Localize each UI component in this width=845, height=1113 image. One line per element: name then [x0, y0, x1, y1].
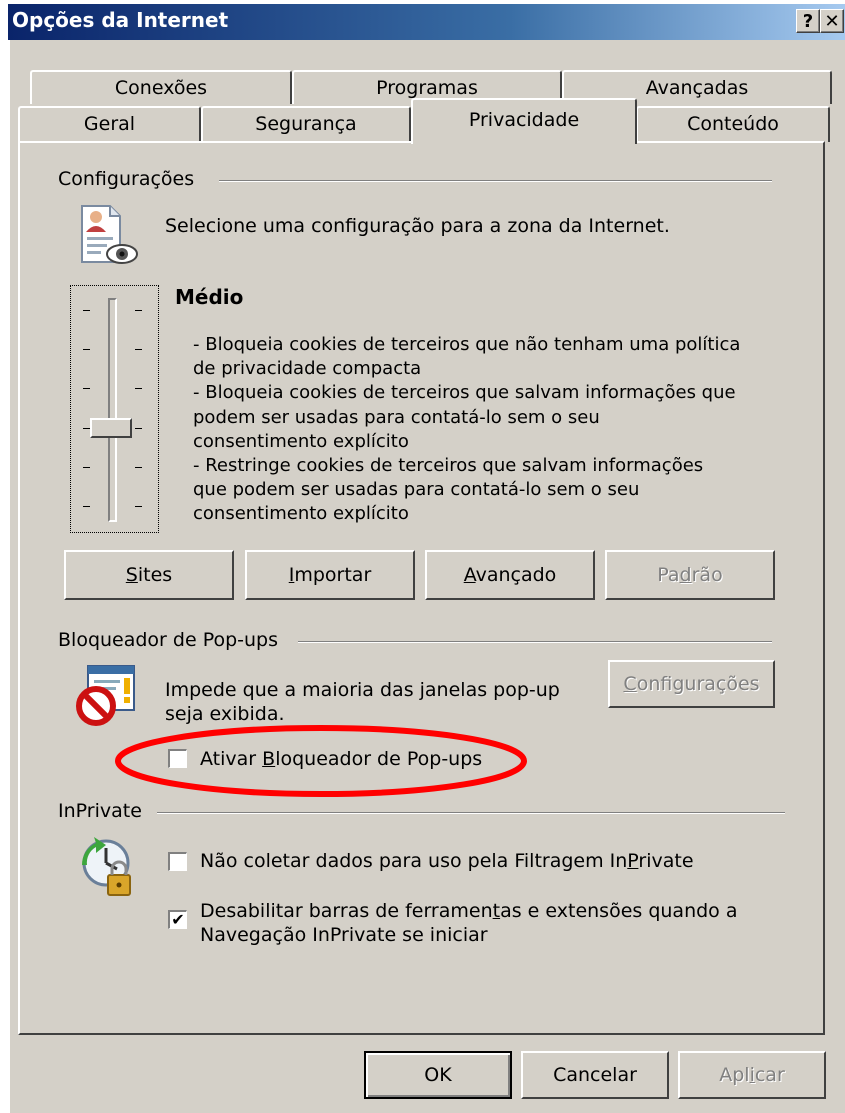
toolbars-label-line1: Desabilitar barras de ferramentas e exte…: [200, 899, 737, 923]
toolbars-accesskey: t: [492, 900, 501, 922]
popup-description: Impede que a maioria das janelas pop-up …: [165, 678, 560, 726]
settings-group-divider: [219, 180, 772, 182]
window-title: Opções da Internet: [12, 8, 229, 32]
apply-button[interactable]: Aplicar: [678, 1051, 826, 1099]
slider-tick: [135, 427, 142, 429]
toolbars-label-rest: as e extensões quando a: [500, 900, 738, 922]
slider-thumb[interactable]: [90, 417, 132, 438]
tab-conteudo[interactable]: Conteúdo: [636, 106, 830, 142]
default-button[interactable]: Padrão: [605, 550, 775, 600]
popup-blocker-icon: [74, 662, 138, 726]
title-bar[interactable]: Opções da Internet ? ✕: [8, 4, 845, 40]
privacy-level-title: Médio: [175, 285, 244, 309]
settings-group-label: Configurações: [58, 168, 201, 190]
advanced-accesskey: A: [463, 564, 476, 586]
toolbars-label-pre: Desabilitar barras de ferramen: [200, 900, 493, 922]
inprivate-icon: [76, 835, 138, 899]
sites-label: ites: [137, 564, 173, 586]
slider-tick: [135, 506, 142, 507]
filter-label-pre: Não coletar dados para uso pela Filtrage…: [200, 850, 628, 872]
popup-group-divider: [298, 641, 772, 643]
advanced-button[interactable]: Avançado: [425, 550, 595, 600]
cancel-button[interactable]: Cancelar: [521, 1051, 669, 1099]
sites-accesskey: S: [125, 564, 138, 586]
import-button[interactable]: Importar: [245, 550, 415, 600]
slider-tick: [83, 506, 90, 507]
checkmark-icon: ✔: [171, 910, 185, 929]
slider-tick: [135, 310, 142, 311]
desc-line: consentimento explícito: [193, 430, 409, 452]
slider-tick: [83, 466, 90, 468]
apply-label-rest: car: [754, 1064, 785, 1086]
tab-privacidade[interactable]: Privacidade: [411, 98, 637, 144]
filter-label-rest: rivate: [638, 850, 694, 872]
inprivate-filter-checkbox[interactable]: [168, 852, 187, 871]
desc-line: de privacidade compacta: [193, 358, 422, 380]
desc-line: consentimento explícito: [193, 503, 409, 525]
slider-tick: [135, 349, 142, 351]
toolbars-label-line2: Navegação InPrivate se iniciar: [200, 924, 488, 946]
privacy-level-description: - Bloqueia cookies de terceiros que não …: [193, 333, 793, 527]
popup-settings-label: onfigurações: [636, 673, 760, 695]
tab-seguranca[interactable]: Segurança: [201, 106, 411, 142]
privacy-document-icon: [78, 204, 138, 266]
inprivate-group-divider: [157, 812, 785, 814]
default-label-rest: rão: [691, 564, 723, 586]
slider-tick: [83, 349, 90, 351]
popup-settings-accesskey: C: [623, 673, 637, 695]
slider-tick: [83, 427, 90, 429]
import-label: mportar: [294, 564, 372, 586]
desc-line: - Bloqueia cookies de terceiros que não …: [193, 334, 741, 355]
desc-line: podem ser usadas para contatá-lo sem o s…: [193, 406, 600, 428]
default-label-pre: Pa: [657, 564, 680, 586]
slider-tick: [135, 466, 142, 468]
close-button[interactable]: ✕: [820, 9, 844, 33]
slider-track: [108, 298, 117, 522]
desc-line: - Restringe cookies de terceiros que sal…: [193, 455, 704, 477]
slider-tick: [83, 310, 90, 311]
tab-conexoes[interactable]: Conexões: [30, 70, 292, 104]
popup-desc-line1: Impede que a maioria das janelas pop-up: [165, 679, 560, 701]
red-highlight-ellipse: [113, 722, 529, 800]
slider-tick: [83, 388, 90, 390]
disable-toolbars-label[interactable]: Desabilitar barras de ferramentas e exte…: [200, 899, 737, 947]
ok-button[interactable]: OK: [364, 1051, 512, 1099]
inprivate-filter-label[interactable]: Não coletar dados para uso pela Filtrage…: [200, 850, 694, 872]
settings-intro-text: Selecione uma configuração para a zona d…: [165, 215, 670, 237]
inprivate-group-label: InPrivate: [58, 800, 142, 822]
default-accesskey: d: [679, 564, 692, 586]
disable-toolbars-checkbox[interactable]: ✔: [168, 910, 187, 929]
advanced-label: vançado: [475, 564, 557, 586]
privacy-level-slider[interactable]: [70, 285, 159, 533]
help-button[interactable]: ?: [796, 9, 820, 33]
slider-tick: [135, 388, 142, 390]
desc-line: que podem ser usadas para contatá-lo sem…: [193, 479, 640, 501]
desc-line: - Bloqueia cookies de terceiros que salv…: [193, 382, 736, 404]
sites-button[interactable]: Sites: [64, 550, 234, 600]
apply-label-pre: Apl: [719, 1064, 750, 1086]
filter-accesskey: P: [627, 850, 639, 872]
popup-settings-button[interactable]: Configurações: [608, 660, 775, 708]
popup-group-label: Bloqueador de Pop-ups: [58, 629, 279, 651]
tab-geral[interactable]: Geral: [18, 106, 201, 142]
